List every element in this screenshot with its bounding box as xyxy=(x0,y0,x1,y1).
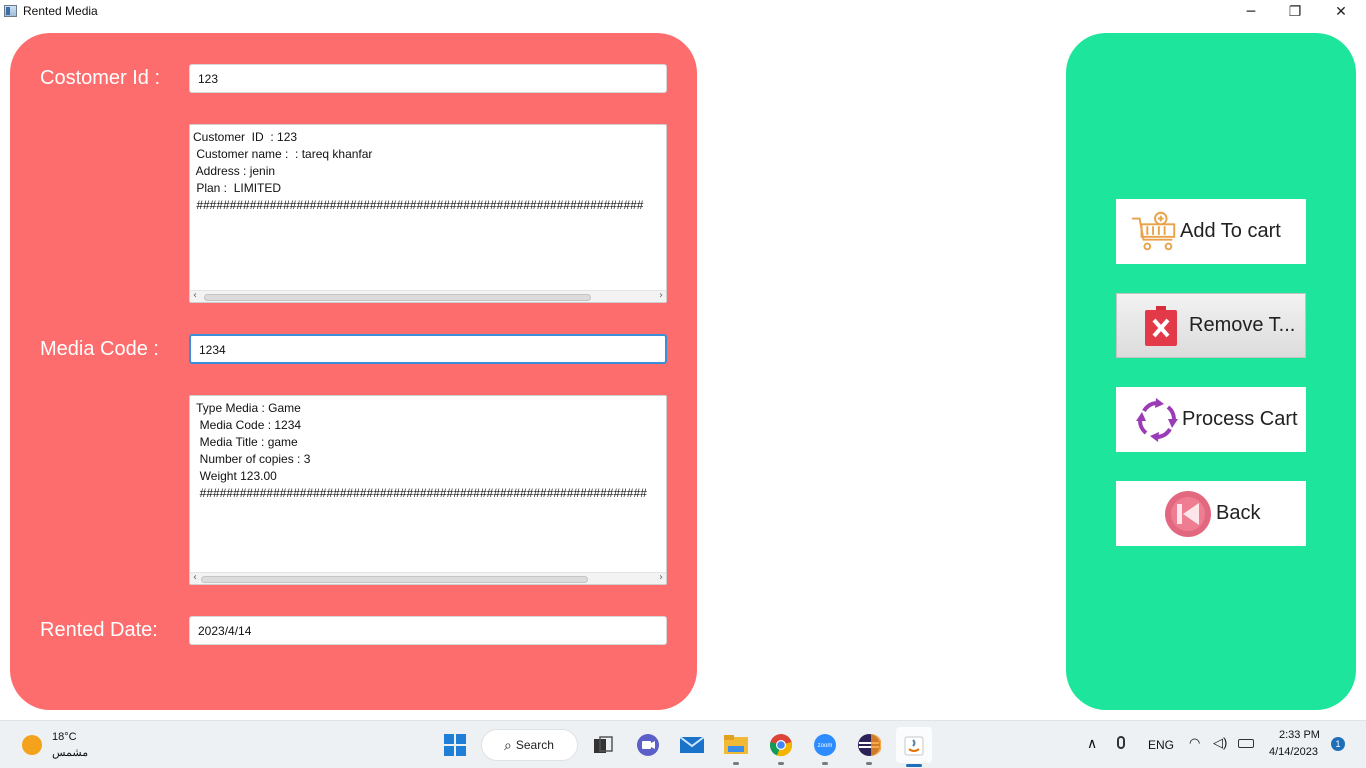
zoom-running-indicator xyxy=(822,762,828,765)
app-icon xyxy=(4,5,17,17)
customer-info-text: Customer ID : 123 Customer name : : tare… xyxy=(193,130,644,212)
microphone-icon[interactable] xyxy=(1117,736,1125,749)
eclipse-running-indicator xyxy=(866,762,872,765)
scroll-thumb[interactable] xyxy=(201,576,588,583)
media-info-scrollbar[interactable]: ‹ › xyxy=(190,572,666,584)
cart-add-icon xyxy=(1130,209,1180,255)
start-icon[interactable] xyxy=(439,729,471,761)
search-icon: ⌕ xyxy=(504,736,512,753)
scroll-left-icon[interactable]: ‹ xyxy=(193,572,197,583)
meet-icon[interactable] xyxy=(632,729,664,761)
mail-icon[interactable] xyxy=(676,729,708,761)
volume-icon[interactable]: ◁) xyxy=(1213,735,1227,751)
language-indicator[interactable]: ENG xyxy=(1148,738,1174,752)
process-cycle-icon xyxy=(1132,397,1182,443)
media-code-input[interactable]: 1234 xyxy=(189,334,667,364)
media-code-label: Media Code : xyxy=(40,338,159,360)
battery-icon[interactable] xyxy=(1238,739,1254,748)
remove-x-icon xyxy=(1139,303,1183,349)
customer-info-textarea[interactable]: Customer ID : 123 Customer name : : tare… xyxy=(189,124,667,303)
add-to-cart-button[interactable]: Add To cart xyxy=(1116,199,1306,264)
window-title: Rented Media xyxy=(23,4,98,18)
process-cart-label: Process Cart xyxy=(1182,408,1298,430)
file-explorer-icon[interactable] xyxy=(720,729,752,765)
clock-time[interactable]: 2:33 PM xyxy=(1279,729,1320,741)
process-cart-button[interactable]: Process Cart xyxy=(1116,387,1306,452)
rental-form-panel: Costomer Id : 123 Customer ID : 123 Cust… xyxy=(10,33,697,710)
rented-date-input[interactable]: 2023/4/14 xyxy=(189,616,667,645)
scroll-thumb[interactable] xyxy=(204,294,591,301)
rented-date-label: Rented Date: xyxy=(40,619,158,641)
media-info-textarea[interactable]: Type Media : Game Media Code : 1234 Medi… xyxy=(189,395,667,585)
back-button[interactable]: Back xyxy=(1116,481,1306,546)
restore-button[interactable]: ❐ xyxy=(1272,0,1318,24)
java-active-indicator xyxy=(906,764,922,767)
customer-id-input[interactable]: 123 xyxy=(189,64,667,93)
taskbar: 18°C مشمس ⌕ Search zoom ∧ ENG ◠ ◁) 2:33 … xyxy=(0,720,1366,768)
wifi-icon[interactable]: ◠ xyxy=(1189,735,1200,751)
eclipse-icon[interactable] xyxy=(853,729,885,765)
taskbar-search[interactable]: ⌕ Search xyxy=(481,729,578,761)
customer-info-scrollbar[interactable]: ‹ › xyxy=(190,290,666,302)
add-to-cart-label: Add To cart xyxy=(1180,220,1281,242)
customer-id-label: Costomer Id : xyxy=(40,67,161,89)
weather-temp[interactable]: 18°C xyxy=(52,731,77,743)
remove-label: Remove T... xyxy=(1189,314,1296,336)
close-button[interactable]: ✕ xyxy=(1318,0,1364,24)
notification-badge[interactable]: 1 xyxy=(1331,737,1345,751)
clock-date[interactable]: 4/14/2023 xyxy=(1269,746,1318,758)
weather-sun-icon[interactable] xyxy=(22,735,42,755)
back-icon xyxy=(1162,490,1214,537)
java-app-icon[interactable] xyxy=(896,727,932,767)
remove-button[interactable]: Remove T... xyxy=(1116,293,1306,358)
explorer-running-indicator xyxy=(733,762,739,765)
search-label: Search xyxy=(515,738,554,752)
chrome-running-indicator xyxy=(778,762,784,765)
media-info-text: Type Media : Game Media Code : 1234 Medi… xyxy=(196,401,647,500)
svg-text:zoom: zoom xyxy=(818,743,833,749)
back-label: Back xyxy=(1216,502,1261,524)
chrome-icon[interactable] xyxy=(765,729,797,765)
scroll-left-icon[interactable]: ‹ xyxy=(193,290,197,301)
minimize-button[interactable]: ─ xyxy=(1228,0,1274,24)
scroll-right-icon[interactable]: › xyxy=(659,572,663,583)
tray-overflow-chevron-icon[interactable]: ∧ xyxy=(1087,735,1097,752)
scroll-right-icon[interactable]: › xyxy=(659,290,663,301)
weather-desc[interactable]: مشمس xyxy=(52,746,88,759)
zoom-icon[interactable]: zoom xyxy=(809,729,841,765)
actions-panel: Add To cart Remove T... Process Cart Bac… xyxy=(1066,33,1356,710)
title-bar: Rented Media ─ ❐ ✕ xyxy=(0,0,1366,24)
task-view-icon[interactable] xyxy=(587,729,619,761)
